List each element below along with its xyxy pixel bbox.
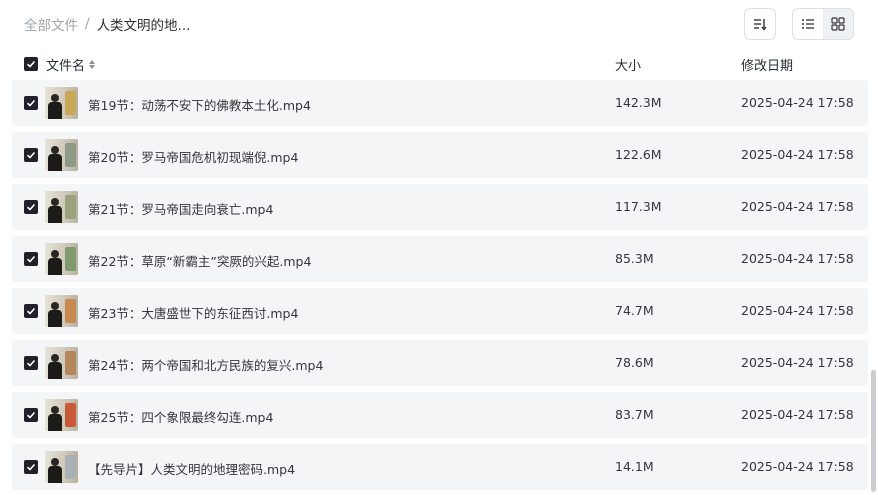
- file-modified-date: 2025-04-24 17:58: [741, 407, 854, 422]
- file-name[interactable]: 第19节：动荡不安下的佛教本土化.mp4: [88, 95, 311, 114]
- file-modified-date: 2025-04-24 17:58: [741, 459, 854, 474]
- file-row-checkbox[interactable]: [24, 356, 38, 370]
- video-thumbnail: [45, 87, 78, 119]
- file-row-checkbox[interactable]: [24, 408, 38, 422]
- file-name[interactable]: 第25节：四个象限最终勾连.mp4: [88, 407, 273, 426]
- file-row[interactable]: 【先导片】人类文明的地理密码.mp4 14.1M 2025-04-24 17:5…: [12, 444, 868, 490]
- video-thumbnail: [45, 451, 78, 483]
- video-thumbnail: [45, 399, 78, 431]
- file-row-checkbox[interactable]: [24, 200, 38, 214]
- video-thumbnail: [45, 191, 78, 223]
- file-size: 122.6M: [615, 147, 662, 162]
- table-header: 文件名 大小 修改日期: [0, 52, 878, 76]
- file-name[interactable]: 【先导片】人类文明的地理密码.mp4: [88, 459, 295, 478]
- column-header-name[interactable]: 文件名: [46, 55, 96, 74]
- file-name[interactable]: 第22节：草原“新霸主”突厥的兴起.mp4: [88, 251, 311, 270]
- checkmark-icon: [26, 359, 36, 367]
- checkmark-icon: [26, 151, 36, 159]
- file-modified-date: 2025-04-24 17:58: [741, 95, 854, 110]
- file-name[interactable]: 第23节：大唐盛世下的东征西讨.mp4: [88, 303, 298, 322]
- file-row[interactable]: 第25节：四个象限最终勾连.mp4 83.7M 2025-04-24 17:58: [12, 392, 868, 438]
- column-header-modified[interactable]: 修改日期: [741, 55, 793, 74]
- breadcrumb: 全部文件 / 人类文明的地...: [24, 14, 190, 34]
- file-list: 第19节：动荡不安下的佛教本土化.mp4 142.3M 2025-04-24 1…: [12, 80, 868, 495]
- checkmark-icon: [26, 203, 36, 211]
- checkmark-icon: [26, 255, 36, 263]
- file-size: 85.3M: [615, 251, 654, 266]
- file-size: 83.7M: [615, 407, 654, 422]
- file-row-checkbox[interactable]: [24, 460, 38, 474]
- file-modified-date: 2025-04-24 17:58: [741, 251, 854, 266]
- checkmark-icon: [26, 307, 36, 315]
- sort-button[interactable]: [744, 8, 776, 40]
- video-thumbnail: [45, 139, 78, 171]
- file-row-checkbox[interactable]: [24, 148, 38, 162]
- file-modified-date: 2025-04-24 17:58: [741, 199, 854, 214]
- file-size: 74.7M: [615, 303, 654, 318]
- file-name[interactable]: 第24节：两个帝国和北方民族的复兴.mp4: [88, 355, 323, 374]
- breadcrumb-current-folder: 人类文明的地...: [96, 18, 191, 34]
- checkmark-icon: [26, 60, 36, 68]
- checkmark-icon: [26, 99, 36, 107]
- file-name[interactable]: 第21节：罗马帝国走向衰亡.mp4: [88, 199, 273, 218]
- file-size: 142.3M: [615, 95, 662, 110]
- vertical-scrollbar[interactable]: [871, 370, 876, 492]
- video-thumbnail: [45, 243, 78, 275]
- file-row[interactable]: 第23节：大唐盛世下的东征西讨.mp4 74.7M 2025-04-24 17:…: [12, 288, 868, 334]
- file-modified-date: 2025-04-24 17:58: [741, 355, 854, 370]
- checkmark-icon: [26, 411, 36, 419]
- top-bar: 全部文件 / 人类文明的地...: [0, 0, 878, 48]
- file-size: 14.1M: [615, 459, 654, 474]
- video-thumbnail: [45, 295, 78, 327]
- file-modified-date: 2025-04-24 17:58: [741, 303, 854, 318]
- view-toggle-group: [792, 8, 854, 40]
- checkmark-icon: [26, 463, 36, 471]
- file-row[interactable]: 第19节：动荡不安下的佛教本土化.mp4 142.3M 2025-04-24 1…: [12, 80, 868, 126]
- file-name[interactable]: 第20节：罗马帝国危机初现端倪.mp4: [88, 147, 298, 166]
- file-row[interactable]: 第20节：罗马帝国危机初现端倪.mp4 122.6M 2025-04-24 17…: [12, 132, 868, 178]
- file-row[interactable]: 第24节：两个帝国和北方民族的复兴.mp4 78.6M 2025-04-24 1…: [12, 340, 868, 386]
- file-row-checkbox[interactable]: [24, 252, 38, 266]
- select-all-checkbox[interactable]: [24, 57, 38, 71]
- breadcrumb-separator: /: [85, 16, 90, 32]
- breadcrumb-root-link[interactable]: 全部文件: [24, 14, 78, 34]
- grid-view-button[interactable]: [823, 9, 853, 39]
- column-header-name-label: 文件名: [46, 59, 86, 74]
- file-row[interactable]: 第21节：罗马帝国走向衰亡.mp4 117.3M 2025-04-24 17:5…: [12, 184, 868, 230]
- sort-icon: [754, 19, 767, 31]
- file-modified-date: 2025-04-24 17:58: [741, 147, 854, 162]
- grid-view-icon: [831, 17, 845, 31]
- column-header-size[interactable]: 大小: [615, 55, 641, 74]
- video-thumbnail: [45, 347, 78, 379]
- list-view-icon: [802, 19, 814, 29]
- sort-caret-icon: [89, 60, 96, 69]
- list-view-button[interactable]: [793, 9, 823, 39]
- file-row-checkbox[interactable]: [24, 96, 38, 110]
- file-row-checkbox[interactable]: [24, 304, 38, 318]
- file-size: 78.6M: [615, 355, 654, 370]
- file-size: 117.3M: [615, 199, 662, 214]
- file-row[interactable]: 第22节：草原“新霸主”突厥的兴起.mp4 85.3M 2025-04-24 1…: [12, 236, 868, 282]
